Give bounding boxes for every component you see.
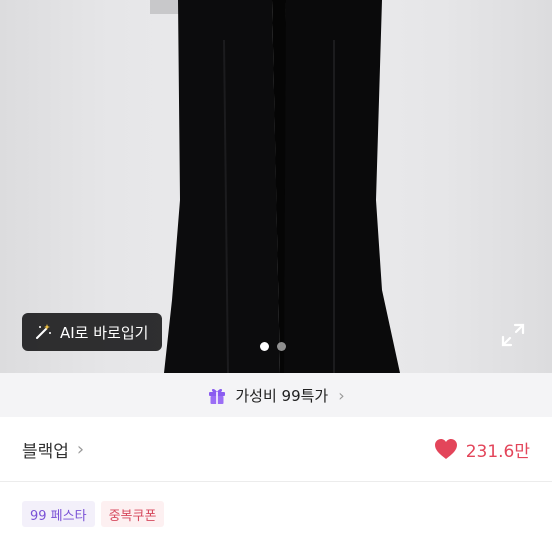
divider <box>0 481 552 482</box>
magic-wand-icon <box>34 323 52 341</box>
like-button[interactable]: 231.6만 <box>434 437 530 462</box>
like-count: 231.6만 <box>465 441 530 462</box>
product-photo[interactable]: AI로 바로입기 <box>0 0 552 373</box>
product-title-cropped <box>22 540 542 552</box>
ai-try-on-label: AI로 바로입기 <box>60 323 149 342</box>
promo-label: 가성비 99특가 <box>235 386 329 405</box>
expand-icon[interactable] <box>500 322 526 348</box>
chevron-right-icon: › <box>76 438 85 460</box>
store-link[interactable]: 블랙업 › <box>22 437 84 462</box>
gift-icon <box>207 385 227 405</box>
store-row: 블랙업 › 231.6만 <box>0 417 552 481</box>
store-name: 블랙업 <box>22 441 69 462</box>
badge-coupon: 중복쿠폰 <box>100 501 165 527</box>
chevron-right-icon: › <box>338 385 345 405</box>
ai-try-on-button[interactable]: AI로 바로입기 <box>22 313 162 351</box>
badge-99-festa: 99 페스타 <box>22 501 95 527</box>
carousel-indicator[interactable] <box>260 342 286 351</box>
promo-banner[interactable]: 가성비 99특가 › <box>0 373 552 417</box>
badge-list: 99 페스타 중복쿠폰 <box>22 501 165 527</box>
carousel-dot[interactable] <box>277 342 286 351</box>
heart-icon <box>434 439 457 459</box>
carousel-dot-active[interactable] <box>260 342 269 351</box>
